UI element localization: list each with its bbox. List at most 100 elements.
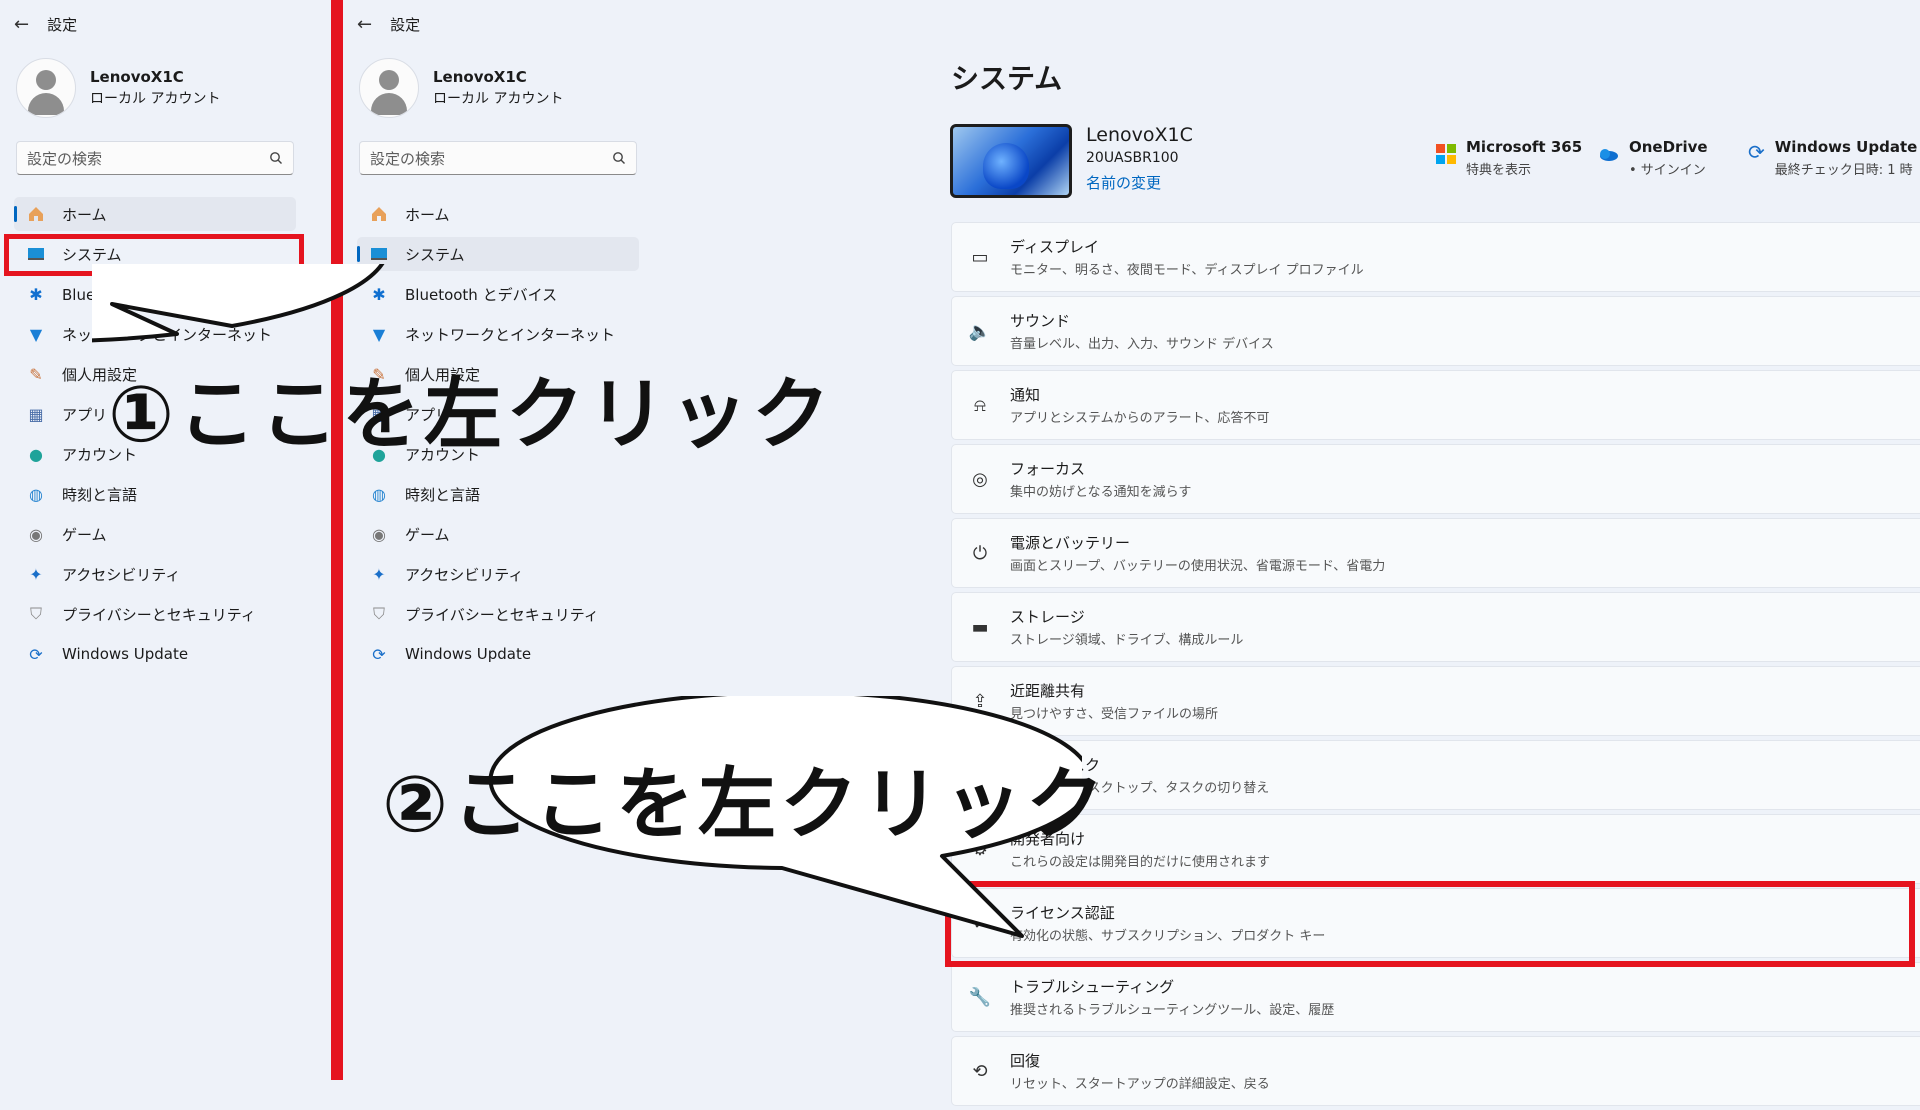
settings-row-sound[interactable]: 🔈 サウンド 音量レベル、出力、入力、サウンド デバイス xyxy=(951,296,1920,366)
status-name: Windows Update xyxy=(1774,138,1918,156)
profile-account-type: ローカル アカウント xyxy=(90,91,221,107)
gamepad-icon: ◉ xyxy=(29,524,43,544)
settings-row-notifications[interactable]: ⍾ 通知アプリとシステムからのアラート、応答不可 xyxy=(951,370,1920,440)
accessibility-icon: ✦ xyxy=(372,564,386,584)
search-icon xyxy=(270,152,282,164)
sidebar-item-home[interactable]: ホーム xyxy=(357,197,639,231)
monitor-icon: ▭ xyxy=(971,246,989,268)
highlight-box-activation xyxy=(945,881,1915,967)
sidebar-item-label: プライバシーとセキュリティ xyxy=(62,605,256,624)
sidebar-item-gaming[interactable]: ◉ ゲーム xyxy=(14,517,296,551)
row-subtitle: 集中の妨げとなる通知を減らす xyxy=(1010,485,1192,500)
wifi-icon: ▼ xyxy=(29,324,43,344)
sidebar-item-windows-update[interactable]: ⟳ Windows Update xyxy=(14,637,296,671)
settings-row-focus[interactable]: ◎ フォーカス 集中の妨げとなる通知を減らす xyxy=(951,444,1920,514)
recovery-icon: ⟲ xyxy=(972,1060,988,1082)
row-subtitle: リセット、スタートアップの詳細設定、戻る xyxy=(1010,1077,1270,1092)
wrench-icon: 🔧 xyxy=(968,986,992,1008)
row-subtitle: アプリとシステムからのアラート、応答不可 xyxy=(1010,411,1270,426)
row-subtitle: モニター、明るさ、夜間モード、ディスプレイ プロファイル xyxy=(1010,263,1364,278)
bell-icon: ⍾ xyxy=(974,394,986,416)
sidebar-item-label: Windows Update xyxy=(405,645,532,663)
sidebar-item-label: プライバシーとセキュリティ xyxy=(405,605,599,624)
callout-text-1: ①ここを左クリック xyxy=(108,370,835,460)
home-icon xyxy=(26,204,46,224)
avatar xyxy=(359,58,419,118)
settings-list: ▭ ディスプレイ モニター、明るさ、夜間モード、ディスプレイ プロファイル 🔈 サウン… xyxy=(951,222,1920,1110)
search-input[interactable]: 設定の検索 xyxy=(16,141,294,175)
sidebar-item-label: ゲーム xyxy=(405,525,450,544)
rename-link[interactable]: 名前の変更 xyxy=(1086,172,1193,193)
apps-icon: ▦ xyxy=(28,404,44,424)
search-input[interactable]: 設定の検索 xyxy=(359,141,637,175)
settings-row-display[interactable]: ▭ ディスプレイ モニター、明るさ、夜間モード、ディスプレイ プロファイル xyxy=(951,222,1920,292)
callout-text-2: ②ここを左クリック xyxy=(382,760,1109,850)
settings-row-troubleshoot[interactable]: 🔧 トラブルシューティング推奨されるトラブルシューティングツール、設定、履歴 xyxy=(951,962,1920,1032)
row-title: ストレージ xyxy=(1010,608,1085,626)
divider-bar xyxy=(331,0,343,1080)
shield-icon: ⛉ xyxy=(372,604,385,623)
status-onedrive[interactable]: OneDrive • サインイン xyxy=(1597,138,1708,178)
sidebar-item-windows-update[interactable]: ⟳ Windows Update xyxy=(357,637,639,671)
settings-row-nearby-sharing[interactable]: ⇪ 近距離共有 見つけやすさ、受信ファイルの場所 xyxy=(951,666,1920,736)
avatar xyxy=(16,58,76,118)
profile-name: LenovoX1C xyxy=(90,68,184,86)
row-title: 回復 xyxy=(1010,1052,1041,1070)
titlebar: ← 設定 xyxy=(14,14,77,35)
row-title: 通知 xyxy=(1010,386,1041,404)
row-title: 電源とバッテリー xyxy=(1010,534,1131,552)
app-title: 設定 xyxy=(390,16,421,34)
profile[interactable]: LenovoX1C ローカル アカウント xyxy=(16,58,220,118)
status-sub: 特典を表示 xyxy=(1466,163,1532,178)
speaker-icon: 🔈 xyxy=(968,320,992,342)
status-windows-update[interactable]: ⟳ Windows Update 最終チェック日時: 1 時 xyxy=(1748,138,1917,178)
settings-row-storage[interactable]: ▬ ストレージ ストレージ領域、ドライブ、構成ルール xyxy=(951,592,1920,662)
settings-row-power[interactable]: ⏻ 電源とバッテリー画面とスリープ、バッテリーの使用状況、省電源モード、省電力 xyxy=(951,518,1920,588)
update-icon: ⟳ xyxy=(1748,140,1765,164)
globe-clock-icon: ◍ xyxy=(29,484,43,504)
sidebar-item-accessibility[interactable]: ✦ アクセシビリティ xyxy=(357,557,639,591)
sidebar-item-gaming[interactable]: ◉ ゲーム xyxy=(357,517,639,551)
row-subtitle: 画面とスリープ、バッテリーの使用状況、省電源モード、省電力 xyxy=(1010,559,1386,574)
row-subtitle: 音量レベル、出力、入力、サウンド デバイス xyxy=(1010,337,1274,352)
sidebar-item-privacy[interactable]: ⛉ プライバシーとセキュリティ xyxy=(357,597,639,631)
page-title: システム xyxy=(951,62,1063,95)
update-icon: ⟳ xyxy=(372,644,386,664)
microsoft-logo-icon xyxy=(1436,144,1456,164)
device-wallpaper-thumbnail xyxy=(950,124,1072,198)
status-sub: • サインイン xyxy=(1629,163,1706,178)
update-icon: ⟳ xyxy=(29,644,43,664)
profile[interactable]: LenovoX1C ローカル アカウント xyxy=(359,58,563,118)
sidebar-item-privacy[interactable]: ⛉ プライバシーとセキュリティ xyxy=(14,597,296,631)
back-arrow-icon[interactable]: ← xyxy=(357,14,372,35)
brush-icon: ✎ xyxy=(29,364,43,384)
sidebar-item-label: システム xyxy=(405,245,465,264)
app-title: 設定 xyxy=(47,16,78,34)
shield-icon: ⛉ xyxy=(29,604,42,623)
system-display-icon xyxy=(369,244,389,264)
settings-row-recovery[interactable]: ⟲ 回復リセット、スタートアップの詳細設定、戻る xyxy=(951,1036,1920,1106)
sidebar-item-label: ゲーム xyxy=(62,525,107,544)
back-arrow-icon[interactable]: ← xyxy=(14,14,29,35)
sidebar-item-home[interactable]: ホーム xyxy=(14,197,296,231)
row-title: フォーカス xyxy=(1010,460,1086,478)
device-model: 20UASBR100 xyxy=(1086,150,1179,166)
sidebar-item-label: Windows Update xyxy=(62,645,189,663)
status-sub: 最終チェック日時: 1 時 xyxy=(1774,163,1913,178)
status-microsoft365[interactable]: Microsoft 365 特典を表示 xyxy=(1436,138,1582,178)
sidebar-item-label: アクセシビリティ xyxy=(62,565,181,584)
status-name: OneDrive xyxy=(1629,138,1708,156)
bluetooth-icon: ✱ xyxy=(29,284,43,304)
onedrive-cloud-icon xyxy=(1600,149,1618,161)
accessibility-icon: ✦ xyxy=(29,564,43,584)
row-title: トラブルシューティング xyxy=(1010,978,1175,996)
row-subtitle: 推奨されるトラブルシューティングツール、設定、履歴 xyxy=(1010,1003,1335,1018)
home-icon xyxy=(369,204,389,224)
search-icon xyxy=(613,152,625,164)
account-icon: ● xyxy=(29,444,43,464)
power-icon: ⏻ xyxy=(972,542,988,564)
profile-name: LenovoX1C xyxy=(433,68,527,86)
profile-account-type: ローカル アカウント xyxy=(433,91,564,107)
sidebar-item-accessibility[interactable]: ✦ アクセシビリティ xyxy=(14,557,296,591)
status-name: Microsoft 365 xyxy=(1466,138,1583,156)
